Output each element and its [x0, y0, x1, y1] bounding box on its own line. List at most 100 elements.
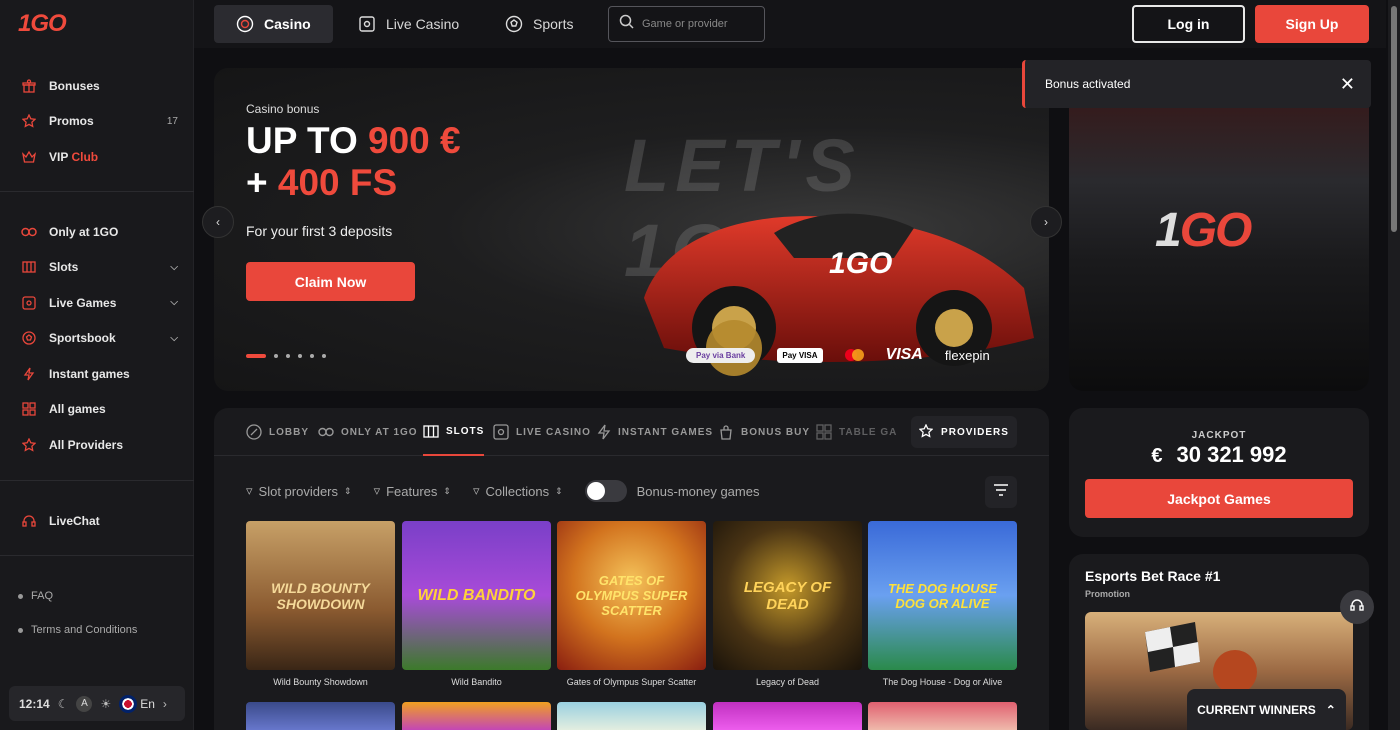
signup-button[interactable]: Sign Up: [1255, 5, 1369, 43]
promo-logo-part-accent: GO: [1179, 204, 1253, 257]
sidebar-item-live-games[interactable]: Live Games ⌵: [0, 285, 194, 321]
sort-button[interactable]: [985, 476, 1017, 508]
bonus-money-toggle[interactable]: [584, 480, 627, 502]
sidebar-item-slots[interactable]: Slots ⌵: [0, 250, 194, 286]
hero-prev-button[interactable]: ‹: [202, 206, 234, 238]
game-tile[interactable]: [402, 702, 551, 730]
sidebar-item-all-games[interactable]: All games: [0, 392, 194, 428]
game-tile[interactable]: THE DOG HOUSE DOG OR ALIVE: [868, 521, 1017, 670]
game-art: WILD BANDITO: [402, 521, 551, 670]
slots-icon: [423, 424, 439, 438]
sidebar-divider: [0, 480, 194, 481]
sidebar-item-label: Slots: [49, 260, 79, 275]
sidebar-item-promos[interactable]: Promos 17: [0, 104, 194, 140]
category-bonus-buy[interactable]: BONUS BUY: [718, 408, 810, 456]
tab-sports[interactable]: Sports: [483, 5, 595, 43]
category-live-casino[interactable]: LIVE CASINO: [493, 408, 591, 456]
language-selector[interactable]: En: [119, 694, 155, 713]
game-tile[interactable]: [713, 702, 862, 730]
current-winners-button[interactable]: CURRENT WINNERS ⌃: [1187, 689, 1346, 730]
hero-line-2: + 400 FS: [246, 162, 461, 204]
carousel-dots: [246, 354, 326, 358]
login-button[interactable]: Log in: [1132, 5, 1245, 43]
game-tile[interactable]: WILD BOUNTY SHOWDOWN: [246, 521, 395, 670]
brand-logo[interactable]: 1GO: [18, 10, 67, 38]
tab-casino[interactable]: Casino: [214, 5, 333, 43]
table-icon: [816, 424, 832, 440]
live-icon: [21, 295, 37, 311]
chevron-down-icon[interactable]: ⌵: [170, 297, 178, 308]
category-lobby[interactable]: LOBBY: [246, 408, 309, 456]
visa-logo: VISA: [885, 346, 923, 363]
carousel-dot[interactable]: [322, 354, 326, 358]
hero-next-button[interactable]: ›: [1030, 206, 1062, 238]
game-tile[interactable]: GATES OF OLYMPUS SUPER SCATTER: [557, 521, 706, 670]
providers-button[interactable]: PROVIDERS: [911, 416, 1017, 448]
moon-icon[interactable]: ☾: [58, 697, 69, 711]
terms-link[interactable]: Terms and Conditions: [0, 613, 194, 647]
sidebar: 1GO Bonuses Promos 17 VIP Club Only at 1…: [0, 0, 194, 730]
claim-now-button[interactable]: Claim Now: [246, 262, 415, 301]
page-scrollbar[interactable]: [1388, 0, 1400, 730]
sidebar-item-label: Instant games: [49, 366, 130, 381]
filter-icon: ▿: [373, 483, 381, 498]
category-tabs: LOBBY ONLY AT 1GO SLOTS LIVE CASINO INST…: [214, 408, 1049, 456]
search-box[interactable]: [608, 6, 765, 42]
carousel-dot[interactable]: [298, 354, 302, 358]
scrollbar-thumb[interactable]: [1391, 6, 1397, 232]
sidebar-item-all-providers[interactable]: All Providers: [0, 427, 194, 463]
game-tile[interactable]: WILD BANDITO: [402, 521, 551, 670]
live-icon: [358, 15, 376, 33]
carousel-dot[interactable]: [274, 354, 278, 358]
game-tile[interactable]: [557, 702, 706, 730]
sidebar-item-livechat[interactable]: LiveChat: [0, 503, 194, 539]
carousel-dot[interactable]: [286, 354, 290, 358]
sidebar-item-vip[interactable]: VIP Club: [0, 139, 194, 175]
game-tile[interactable]: [868, 702, 1017, 730]
headset-icon: [21, 513, 37, 529]
chevron-right-icon[interactable]: ›: [163, 697, 167, 711]
contrast-button[interactable]: A: [76, 695, 93, 712]
filter-label: Collections: [485, 483, 550, 499]
sidebar-item-label: Promos: [49, 114, 94, 129]
game-tile[interactable]: [246, 702, 395, 730]
sun-icon[interactable]: ☀: [100, 697, 111, 711]
hero-free-spins: 400 FS: [277, 162, 398, 203]
hero-headline: UP TO 900 € + 400 FS: [246, 120, 461, 204]
jackpot-games-button[interactable]: Jackpot Games: [1085, 479, 1353, 518]
carousel-dot[interactable]: [310, 354, 314, 358]
crown-icon: [21, 149, 37, 165]
category-table-games[interactable]: TABLE GA: [816, 408, 897, 456]
carousel-dot-active[interactable]: [246, 354, 266, 358]
lobby-icon: [246, 424, 262, 440]
collections-filter[interactable]: ▿ Collections ⇕: [473, 483, 563, 499]
category-slots[interactable]: SLOTS: [423, 408, 485, 456]
hero-line-1: UP TO 900 €: [246, 120, 461, 162]
chevron-left-icon: ‹: [216, 215, 220, 229]
support-button[interactable]: [1340, 590, 1374, 624]
faq-label: FAQ: [31, 590, 54, 602]
lightning-icon: [21, 366, 37, 382]
jackpot-amount: €30 321 992: [1069, 442, 1369, 468]
tab-live-casino[interactable]: Live Casino: [336, 5, 481, 43]
game-tile[interactable]: LEGACY OF DEAD: [713, 521, 862, 670]
search-icon: [619, 14, 634, 34]
category-only-at-1go[interactable]: ONLY AT 1GO: [318, 408, 418, 456]
promo-card[interactable]: 1GO: [1069, 68, 1369, 391]
category-instant-games[interactable]: INSTANT GAMES: [597, 408, 713, 456]
bonus-toast: Bonus activated ✕: [1022, 60, 1371, 108]
sidebar-item-bonuses[interactable]: Bonuses: [0, 68, 194, 104]
go-icon: [21, 224, 37, 240]
chevron-down-icon[interactable]: ⌵: [170, 262, 178, 273]
sidebar-item-only-at-1go[interactable]: Only at 1GO: [0, 214, 194, 250]
sidebar-item-instant-games[interactable]: Instant games: [0, 356, 194, 392]
slot-providers-filter[interactable]: ▿ Slot providers ⇕: [246, 483, 352, 499]
search-input[interactable]: [642, 18, 762, 30]
game-title: The Dog House - Dog or Alive: [882, 677, 1003, 687]
close-icon[interactable]: ✕: [1340, 74, 1355, 95]
chevron-down-icon[interactable]: ⌵: [170, 333, 178, 344]
faq-link[interactable]: FAQ: [0, 579, 194, 613]
apple-pay-logo: Pay VISA: [777, 347, 823, 363]
sidebar-item-sportsbook[interactable]: Sportsbook ⌵: [0, 321, 194, 357]
features-filter[interactable]: ▿ Features ⇕: [374, 483, 451, 499]
